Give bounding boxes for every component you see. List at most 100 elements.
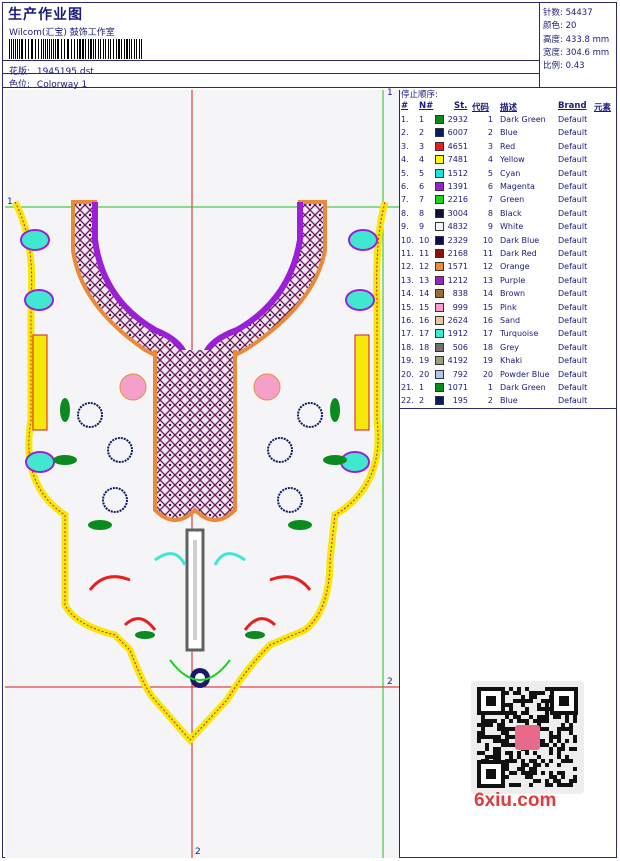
color-swatch xyxy=(435,356,444,366)
col-brand: Brand xyxy=(558,101,587,111)
row-num: 14. xyxy=(401,289,414,299)
design-canvas: 1 1 2 2 xyxy=(5,88,400,858)
row-num: 4. xyxy=(401,155,409,165)
row-brand: Default xyxy=(558,222,588,232)
table-row: 13. 13 1212 13 Purple Default xyxy=(399,275,617,288)
row-brand: Default xyxy=(558,316,588,325)
row-desc: Blue xyxy=(500,128,518,138)
row-n: 12 xyxy=(419,262,430,272)
row-brand: Default xyxy=(558,342,588,352)
row-code: 7 xyxy=(487,195,493,205)
row-brand: Default xyxy=(558,249,588,258)
row-num: 22. xyxy=(401,396,414,406)
row-num: 16. xyxy=(401,316,414,325)
table-row: 9. 9 4832 9 White Default xyxy=(399,221,617,234)
row-desc: White xyxy=(500,222,524,232)
color-swatch xyxy=(435,369,444,379)
header-panel: 生产作业图 Wilcom(汇宝) 鼓饰工作室 花版: 1945195.dst 色… xyxy=(2,2,540,90)
row-num: 20. xyxy=(401,369,414,379)
col-desc: 描述 xyxy=(500,103,518,113)
row-num: 9. xyxy=(401,222,409,232)
barcode xyxy=(9,39,144,59)
row-desc: Sand xyxy=(500,316,521,325)
color-swatch xyxy=(435,141,444,151)
divider xyxy=(2,73,540,74)
row-n: 14 xyxy=(419,289,430,299)
row-num: 5. xyxy=(401,168,409,178)
row-code: 8 xyxy=(487,208,493,218)
row-code: 3 xyxy=(487,141,493,151)
row-code: 17 xyxy=(482,329,493,339)
color-swatch xyxy=(435,235,444,245)
row-desc: Powder Blue xyxy=(500,369,550,379)
color-swatch xyxy=(435,396,444,406)
studio-subtitle: Wilcom(汇宝) 鼓饰工作室 xyxy=(9,28,115,38)
row-brand: Default xyxy=(558,182,588,191)
col-code: 代码 xyxy=(472,103,490,113)
row-stitches: 1071 xyxy=(447,383,468,392)
color-swatch xyxy=(435,155,444,165)
row-desc: Pink xyxy=(500,302,517,312)
row-brand: Default xyxy=(558,369,588,379)
row-n: 7 xyxy=(419,195,425,205)
row-desc: Grey xyxy=(500,342,519,352)
row-num: 15. xyxy=(401,302,414,312)
row-code: 11 xyxy=(482,249,493,258)
table-row: 8. 8 3004 8 Black Default xyxy=(399,208,617,221)
color-swatch xyxy=(435,208,444,218)
row-brand: Default xyxy=(558,195,588,205)
divider xyxy=(2,60,540,61)
row-num: 13. xyxy=(401,275,414,285)
stat-width: 宽度: 304.6 mm xyxy=(543,48,610,58)
row-desc: Turquoise xyxy=(500,329,539,339)
row-num: 1. xyxy=(401,115,409,124)
row-num: 3. xyxy=(401,141,409,151)
color-swatch xyxy=(435,115,444,124)
page-title: 生产作业图 xyxy=(8,7,83,23)
table-row: 12. 12 1571 12 Orange Default xyxy=(399,261,617,274)
row-n: 19 xyxy=(419,356,430,366)
table-row: 1. 1 2932 1 Dark Green Default xyxy=(399,114,617,127)
row-n: 13 xyxy=(419,275,430,285)
table-row: 21. 1 1071 1 Dark Green Default xyxy=(399,382,617,395)
pattern-label: 花版: xyxy=(9,67,31,77)
row-num: 8. xyxy=(401,208,409,218)
row-stitches: 1512 xyxy=(447,168,468,178)
table-row: 7. 7 2216 7 Green Default xyxy=(399,194,617,207)
row-desc: Dark Green xyxy=(500,115,546,124)
row-stitches: 1391 xyxy=(447,182,468,191)
row-code: 2 xyxy=(487,128,493,138)
row-n: 8 xyxy=(419,208,425,218)
row-num: 11. xyxy=(401,249,414,258)
row-num: 19. xyxy=(401,356,414,366)
row-brand: Default xyxy=(558,302,588,312)
row-desc: Dark Red xyxy=(500,249,537,258)
table-row: 19. 19 4192 19 Khaki Default xyxy=(399,355,617,368)
row-brand: Default xyxy=(558,396,588,406)
color-swatch xyxy=(435,128,444,138)
stat-colors: 颜色: 20 xyxy=(543,21,577,31)
table-row: 5. 5 1512 5 Cyan Default xyxy=(399,168,617,181)
row-desc: Yellow xyxy=(500,155,525,165)
color-swatch xyxy=(435,182,444,191)
row-brand: Default xyxy=(558,289,588,299)
row-brand: Default xyxy=(558,275,588,285)
table-row: 20. 20 792 20 Powder Blue Default xyxy=(399,369,617,382)
row-code: 18 xyxy=(482,342,493,352)
row-desc: Cyan xyxy=(500,168,521,178)
stat-scale: 比例: 0.43 xyxy=(543,61,585,71)
row-stitches: 4832 xyxy=(447,222,468,232)
row-num: 6. xyxy=(401,182,409,191)
row-brand: Default xyxy=(558,329,588,339)
row-brand: Default xyxy=(558,356,588,366)
row-num: 2. xyxy=(401,128,409,138)
row-num: 17. xyxy=(401,329,414,339)
table-title: 停止顺序: xyxy=(401,90,438,100)
colorway-label: 色位: xyxy=(9,80,31,90)
color-swatch xyxy=(435,302,444,312)
table-row: 17. 17 1912 17 Turquoise Default xyxy=(399,328,617,341)
row-desc: Khaki xyxy=(500,356,523,366)
row-desc: Brown xyxy=(500,289,526,299)
row-desc: Green xyxy=(500,195,525,205)
row-num: 10. xyxy=(401,235,414,245)
